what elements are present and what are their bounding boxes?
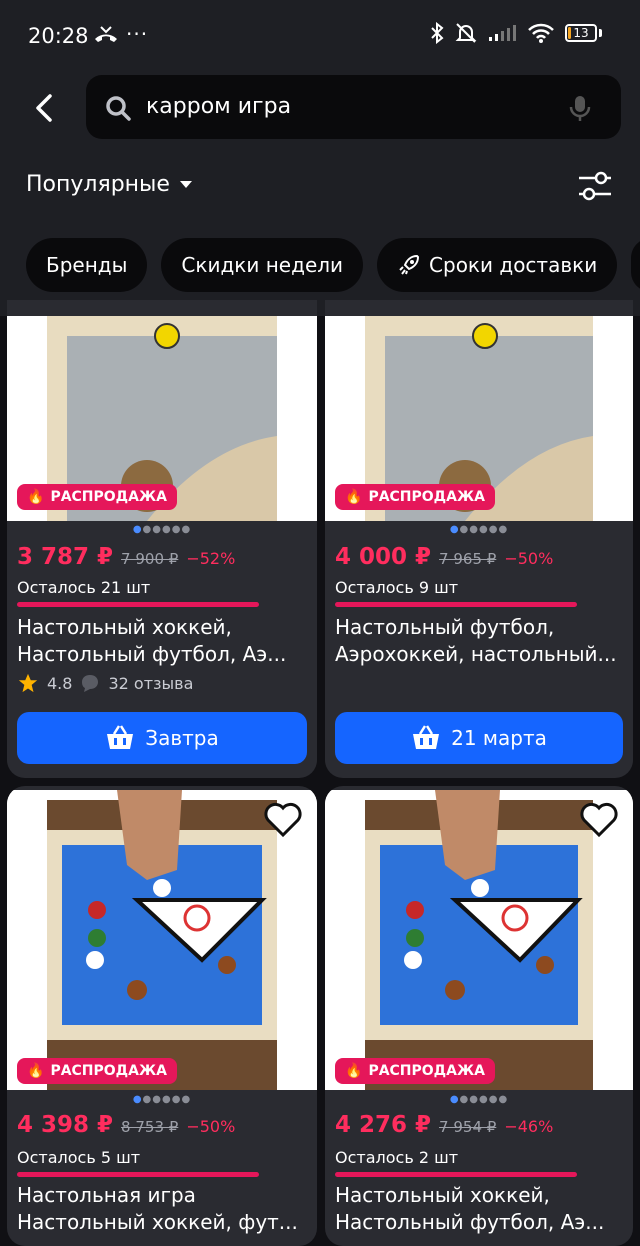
product-card[interactable]: 🔥 РАСПРОДАЖА ●●●●●● 4 276 ₽ 7 954 ₽ −46% … bbox=[325, 786, 633, 1246]
bluetooth-icon bbox=[431, 22, 444, 44]
sale-badge: 🔥 РАСПРОДАЖА bbox=[17, 484, 177, 510]
discount: −50% bbox=[504, 549, 554, 568]
sale-badge: 🔥 РАСПРОДАЖА bbox=[17, 1058, 177, 1084]
chevron-down-icon bbox=[179, 181, 192, 188]
arrow-left-icon bbox=[36, 94, 52, 122]
product-card[interactable]: 🔥 РАСПРОДАЖА ●●●●●● 4 000 ₽ 7 965 ₽ −50% … bbox=[325, 300, 633, 778]
filter-button[interactable] bbox=[577, 168, 613, 208]
favorite-button[interactable] bbox=[579, 802, 619, 842]
comment-icon bbox=[82, 675, 99, 692]
microphone-icon[interactable] bbox=[569, 94, 591, 122]
chip-weekly-discounts[interactable]: Скидки недели bbox=[161, 238, 364, 292]
fire-icon: 🔥 bbox=[27, 1063, 45, 1079]
search-query: карром игра bbox=[146, 94, 292, 119]
product-title[interactable]: Настольная игра Настольный хоккей, фут..… bbox=[17, 1182, 307, 1236]
current-price: 4 398 ₽ bbox=[17, 1112, 114, 1138]
product-title[interactable]: Настольный футбол, Аэрохоккей, настольны… bbox=[335, 614, 623, 668]
basket-icon bbox=[413, 725, 440, 749]
sale-badge: 🔥 РАСПРОДАЖА bbox=[335, 484, 495, 510]
filter-chips: Бренды Скидки недели Сроки доставки bbox=[26, 238, 640, 292]
image-pagination: ●●●●●● bbox=[132, 1094, 192, 1105]
signal-icon bbox=[489, 25, 516, 41]
rating-value: 4.8 bbox=[47, 673, 73, 693]
price-row: 4 276 ₽ 7 954 ₽ −46% bbox=[335, 1112, 553, 1138]
delivery-date: 21 марта bbox=[451, 726, 547, 750]
stock-bar bbox=[17, 602, 259, 607]
current-price: 4 000 ₽ bbox=[335, 544, 432, 570]
reviews-count: 32 отзыва bbox=[108, 673, 194, 693]
sale-badge: 🔥 РАСПРОДАЖА bbox=[335, 1058, 495, 1084]
discount: −46% bbox=[504, 1117, 554, 1136]
image-pagination: ●●●●●● bbox=[449, 524, 509, 535]
product-title[interactable]: Настольный хоккей, Настольный футбол, Аэ… bbox=[17, 614, 307, 668]
product-image[interactable]: 🔥 РАСПРОДАЖА bbox=[7, 316, 317, 521]
product-card[interactable]: 🔥 РАСПРОДАЖА ●●●●●● 4 398 ₽ 8 753 ₽ −50% … bbox=[7, 786, 317, 1246]
sort-label: Популярные bbox=[26, 172, 170, 197]
price-row: 4 000 ₽ 7 965 ₽ −50% bbox=[335, 544, 553, 570]
fire-icon: 🔥 bbox=[27, 489, 45, 505]
discount: −52% bbox=[186, 549, 236, 568]
product-image[interactable]: 🔥 РАСПРОДАЖА bbox=[7, 790, 317, 1090]
filter-sliders-icon bbox=[579, 171, 611, 201]
product-card[interactable]: 🔥 РАСПРОДАЖА ●●●●●● 3 787 ₽ 7 900 ₽ −52% … bbox=[7, 300, 317, 778]
heart-icon bbox=[580, 802, 618, 838]
heart-icon bbox=[264, 802, 302, 838]
old-price: 7 900 ₽ bbox=[121, 550, 179, 568]
back-button[interactable] bbox=[30, 92, 62, 124]
current-price: 3 787 ₽ bbox=[17, 544, 114, 570]
status-icons: 13 bbox=[429, 22, 602, 44]
stock-left: Осталось 21 шт bbox=[17, 578, 151, 597]
basket-icon bbox=[107, 725, 134, 749]
product-image[interactable]: 🔥 РАСПРОДАЖА bbox=[325, 790, 633, 1090]
favorite-button[interactable] bbox=[263, 802, 303, 842]
old-price: 8 753 ₽ bbox=[121, 1118, 179, 1136]
star-icon bbox=[18, 673, 38, 693]
product-image[interactable]: 🔥 РАСПРОДАЖА bbox=[325, 316, 633, 521]
sort-dropdown[interactable]: Популярные bbox=[26, 172, 192, 197]
search-icon bbox=[106, 96, 131, 121]
add-to-cart-button[interactable]: Завтра bbox=[17, 712, 307, 764]
battery-icon: 13 bbox=[565, 24, 597, 42]
price-row: 4 398 ₽ 8 753 ₽ −50% bbox=[17, 1112, 235, 1138]
rocket-icon bbox=[399, 254, 420, 275]
more-notifications-icon: ··· bbox=[126, 22, 149, 46]
image-pagination: ●●●●●● bbox=[449, 1094, 509, 1105]
chip-brands[interactable]: Бренды bbox=[26, 238, 148, 292]
add-to-cart-button[interactable]: 21 марта bbox=[335, 712, 623, 764]
stock-left: Осталось 2 шт bbox=[335, 1148, 459, 1167]
search-input[interactable]: карром игра bbox=[86, 75, 621, 139]
missed-call-icon bbox=[93, 25, 119, 49]
stock-bar bbox=[17, 1172, 259, 1177]
old-price: 7 965 ₽ bbox=[439, 550, 497, 568]
current-price: 4 276 ₽ bbox=[335, 1112, 432, 1138]
fire-icon: 🔥 bbox=[345, 489, 363, 505]
delivery-date: Завтра bbox=[145, 726, 219, 750]
chip-more[interactable] bbox=[631, 238, 640, 292]
fire-icon: 🔥 bbox=[345, 1063, 363, 1079]
stock-left: Осталось 9 шт bbox=[335, 578, 459, 597]
price-row: 3 787 ₽ 7 900 ₽ −52% bbox=[17, 544, 235, 570]
product-title[interactable]: Настольный хоккей, Настольный футбол, Аэ… bbox=[335, 1182, 623, 1236]
status-bar: 20:28 ··· 13 bbox=[0, 0, 640, 72]
chip-delivery-time[interactable]: Сроки доставки bbox=[377, 238, 618, 292]
mute-bell-icon bbox=[455, 23, 477, 43]
image-pagination: ●●●●●● bbox=[132, 524, 192, 535]
stock-bar bbox=[335, 1172, 577, 1177]
rating-row: 4.8 32 отзыва bbox=[17, 672, 193, 694]
top-bar: 20:28 ··· 13 карром игра Популярные Брен… bbox=[0, 0, 640, 316]
discount: −50% bbox=[186, 1117, 236, 1136]
stock-bar bbox=[335, 602, 577, 607]
wifi-icon bbox=[528, 23, 554, 43]
stock-left: Осталось 5 шт bbox=[17, 1148, 141, 1167]
status-time: 20:28 bbox=[28, 24, 89, 48]
old-price: 7 954 ₽ bbox=[439, 1118, 497, 1136]
